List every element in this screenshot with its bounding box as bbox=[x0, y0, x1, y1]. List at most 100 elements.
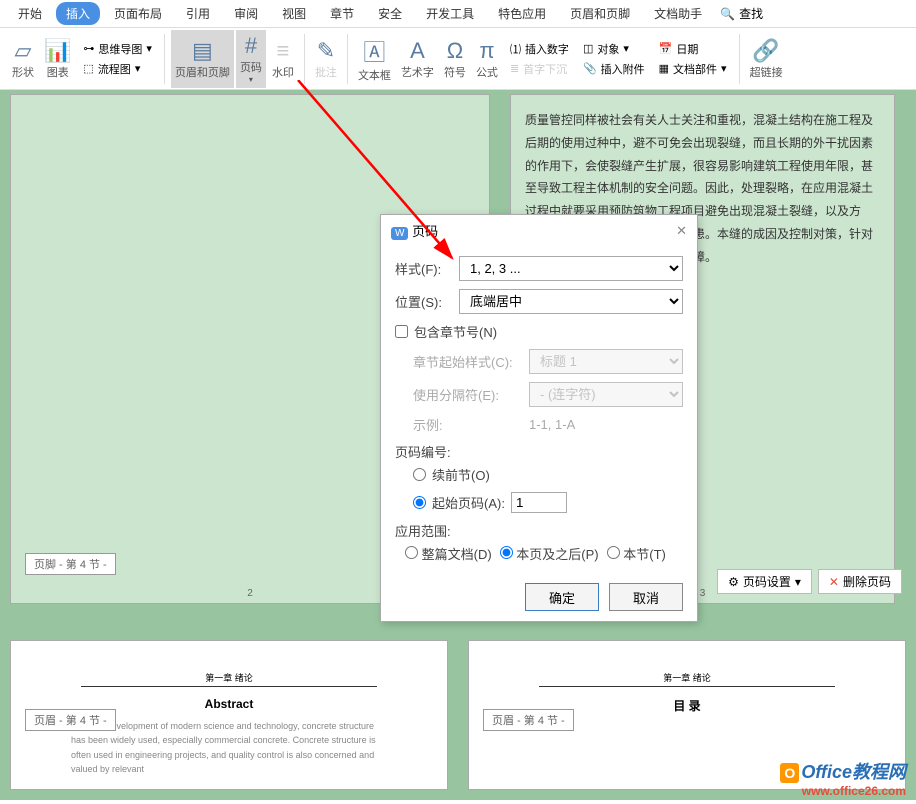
pages-bottom-row: 第一章 绪论 页眉 - 第 4 节 - Abstract With the de… bbox=[0, 630, 916, 800]
menu-devtools[interactable]: 开发工具 bbox=[416, 2, 484, 25]
tool-wordart[interactable]: A艺术字 bbox=[397, 30, 438, 88]
page-bottom-left[interactable]: 第一章 绪论 页眉 - 第 4 节 - Abstract With the de… bbox=[10, 640, 448, 790]
startat-label: 起始页码(A): bbox=[432, 493, 505, 512]
position-select[interactable]: 底端居中 bbox=[459, 289, 683, 314]
logo-url: www.office26.com bbox=[780, 784, 906, 798]
startat-radio[interactable] bbox=[413, 496, 426, 509]
menu-insert[interactable]: 插入 bbox=[56, 2, 100, 25]
tool-hyperlink[interactable]: 🔗超链接 bbox=[746, 30, 787, 88]
page-header-text: 第一章 绪论 bbox=[539, 671, 835, 687]
menu-chapter[interactable]: 章节 bbox=[320, 2, 364, 25]
include-chapter-checkbox[interactable] bbox=[395, 325, 408, 338]
menu-start[interactable]: 开始 bbox=[8, 2, 52, 25]
tool-headerfooter[interactable]: ▤页眉和页脚 bbox=[171, 30, 234, 88]
tool-mindmap[interactable]: ⊶思维导图▾ bbox=[83, 41, 152, 57]
page-settings-button[interactable]: ⚙页码设置▾ bbox=[717, 569, 812, 594]
cancel-button[interactable]: 取消 bbox=[609, 583, 683, 611]
continue-radio[interactable] bbox=[413, 468, 426, 481]
scope-section[interactable]: 本节(T) bbox=[607, 544, 666, 563]
chevron-down-icon: ▾ bbox=[146, 42, 152, 55]
wps-icon: W bbox=[391, 227, 408, 240]
tool-attach[interactable]: 📎插入附件 bbox=[583, 61, 645, 77]
chevron-down-icon: ▾ bbox=[135, 62, 141, 75]
close-icon[interactable]: ✕ bbox=[676, 223, 687, 239]
dropcap-icon: ≣ bbox=[510, 62, 519, 75]
floating-toolbar: ⚙页码设置▾ ✕删除页码 bbox=[717, 569, 902, 594]
menu-review[interactable]: 审阅 bbox=[224, 2, 268, 25]
number-icon: ⑴ bbox=[510, 41, 521, 57]
menu-headerfooter[interactable]: 页眉和页脚 bbox=[560, 2, 640, 25]
separator bbox=[347, 34, 348, 84]
separator bbox=[304, 34, 305, 84]
menu-layout[interactable]: 页面布局 bbox=[104, 2, 172, 25]
tool-object[interactable]: ◫对象▾ bbox=[583, 41, 645, 57]
textbox-icon: 🄰 bbox=[363, 35, 385, 67]
chevron-down-icon: ▾ bbox=[795, 575, 801, 589]
search-label: 查找 bbox=[739, 5, 763, 22]
chevron-down-icon: ▾ bbox=[249, 75, 253, 84]
example-label: 示例: bbox=[413, 415, 523, 434]
page-header-text: 第一章 绪论 bbox=[81, 671, 377, 687]
separator bbox=[164, 34, 165, 84]
headerfooter-icon: ▤ bbox=[192, 38, 213, 64]
delete-pagenum-button[interactable]: ✕删除页码 bbox=[818, 569, 902, 594]
chapter-start-select: 标题 1 bbox=[529, 349, 683, 374]
tool-date[interactable]: 📅日期 bbox=[659, 41, 727, 57]
attach-icon: 📎 bbox=[583, 62, 597, 75]
tool-symbol[interactable]: Ω符号 bbox=[440, 30, 470, 88]
menu-special[interactable]: 特色应用 bbox=[488, 2, 556, 25]
object-icon: ◫ bbox=[583, 42, 593, 55]
menu-reference[interactable]: 引用 bbox=[176, 2, 220, 25]
menubar: 开始 插入 页面布局 引用 审阅 视图 章节 安全 开发工具 特色应用 页眉和页… bbox=[0, 0, 916, 28]
include-chapter-label: 包含章节号(N) bbox=[414, 322, 497, 341]
search-icon: 🔍 bbox=[720, 7, 735, 21]
watermark-logo: OOffice教程网 www.office26.com bbox=[780, 758, 906, 798]
toolbar: ▱形状 📊图表 ⊶思维导图▾ ⬚流程图▾ ▤页眉和页脚 #页码▾ ≡水印 ✎批注… bbox=[0, 28, 916, 90]
watermark-icon: ≡ bbox=[277, 38, 290, 64]
position-label: 位置(S): bbox=[395, 292, 453, 311]
gear-icon: ⚙ bbox=[728, 575, 739, 589]
shape-icon: ▱ bbox=[15, 38, 32, 64]
tool-textbox[interactable]: 🄰文本框 bbox=[354, 30, 395, 88]
mindmap-icon: ⊶ bbox=[83, 42, 94, 55]
tool-dropcap[interactable]: ≣首字下沉 bbox=[510, 61, 569, 77]
scope-heading: 应用范围: bbox=[395, 521, 683, 540]
dialog-titlebar: W 页码 ✕ bbox=[381, 215, 697, 246]
tool-formula[interactable]: π公式 bbox=[472, 30, 502, 88]
tool-watermark[interactable]: ≡水印 bbox=[268, 30, 298, 88]
flowchart-icon: ⬚ bbox=[83, 62, 93, 75]
chevron-down-icon: ▾ bbox=[623, 42, 629, 55]
style-select[interactable]: 1, 2, 3 ... bbox=[459, 256, 683, 281]
separator-select: - (连字符) bbox=[529, 382, 683, 407]
logo-badge-icon: O bbox=[780, 763, 799, 783]
search-button[interactable]: 🔍 查找 bbox=[720, 5, 763, 22]
tool-shape[interactable]: ▱形状 bbox=[8, 30, 38, 88]
chevron-down-icon: ▾ bbox=[721, 62, 727, 75]
tool-comment[interactable]: ✎批注 bbox=[311, 30, 341, 88]
menu-view[interactable]: 视图 bbox=[272, 2, 316, 25]
pagenum-icon: # bbox=[245, 33, 257, 59]
tool-chart[interactable]: 📊图表 bbox=[40, 30, 75, 88]
footer-section-label: 页脚 - 第 4 节 - bbox=[25, 553, 116, 575]
scope-whole[interactable]: 整篇文档(D) bbox=[405, 544, 492, 563]
dialog-title: 页码 bbox=[412, 224, 438, 239]
startat-input[interactable] bbox=[511, 492, 567, 513]
page-number: 3 bbox=[700, 588, 706, 599]
wordart-icon: A bbox=[410, 38, 425, 64]
formula-icon: π bbox=[479, 38, 494, 64]
tool-insertnum[interactable]: ⑴插入数字 bbox=[510, 41, 569, 57]
tool-docparts[interactable]: ▦文档部件▾ bbox=[659, 61, 727, 77]
tool-flowchart[interactable]: ⬚流程图▾ bbox=[83, 61, 152, 77]
chart-icon: 📊 bbox=[44, 38, 71, 64]
ok-button[interactable]: 确定 bbox=[525, 583, 599, 611]
menu-dochelper[interactable]: 文档助手 bbox=[644, 2, 712, 25]
chapter-start-label: 章节起始样式(C): bbox=[413, 352, 523, 371]
menu-security[interactable]: 安全 bbox=[368, 2, 412, 25]
delete-icon: ✕ bbox=[829, 575, 839, 589]
tool-pagenum[interactable]: #页码▾ bbox=[236, 30, 266, 88]
hyperlink-icon: 🔗 bbox=[752, 38, 779, 64]
example-value: 1-1, 1-A bbox=[529, 417, 575, 432]
style-label: 样式(F): bbox=[395, 259, 453, 278]
scope-thispage[interactable]: 本页及之后(P) bbox=[500, 544, 599, 563]
symbol-icon: Ω bbox=[447, 38, 463, 64]
